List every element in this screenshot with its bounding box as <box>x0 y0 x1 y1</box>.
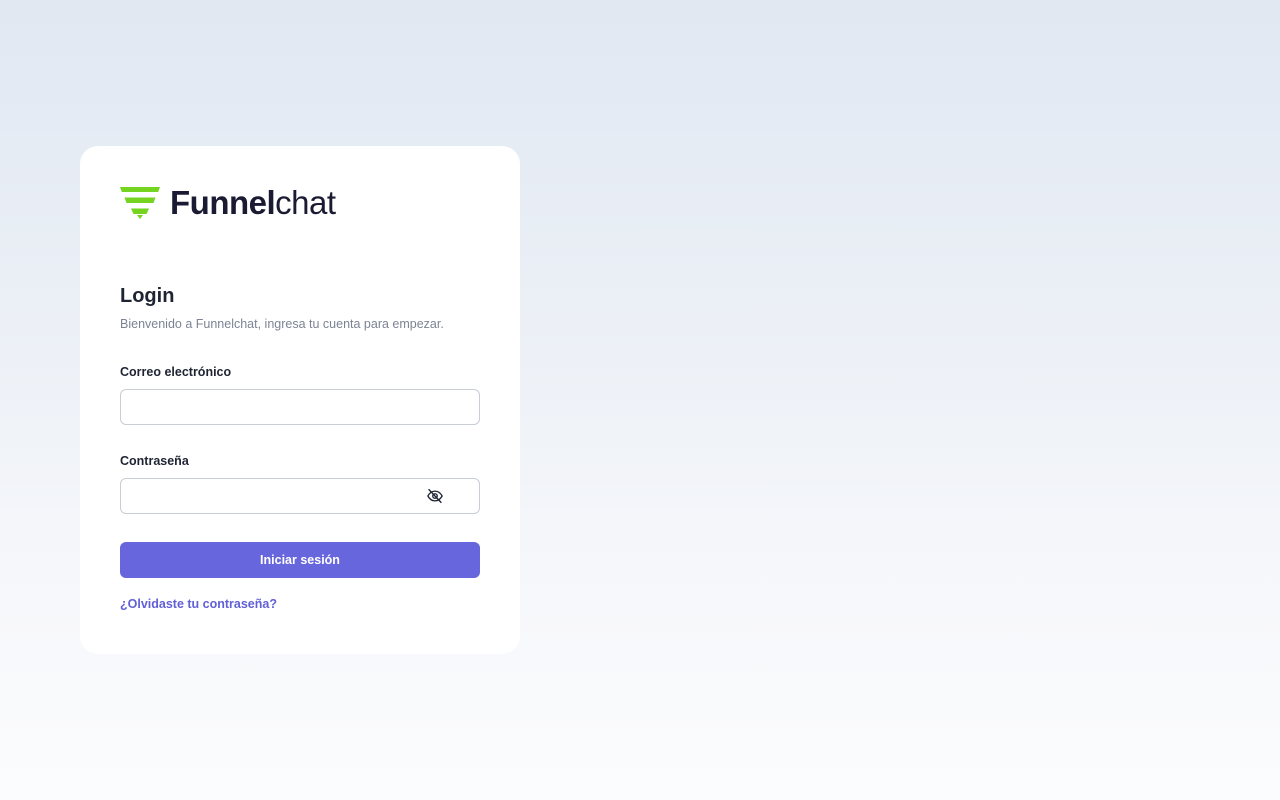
email-field[interactable] <box>120 389 480 425</box>
funnelchat-logo: Funnelchat <box>120 186 480 220</box>
page-title: Login <box>120 285 175 307</box>
forgot-password-link[interactable]: ¿Olvidaste tu contraseña? <box>120 596 277 612</box>
toggle-password-visibility-button[interactable] <box>424 486 446 506</box>
password-label: Contraseña <box>120 454 189 468</box>
page-subtitle: Bienvenido a Funnelchat, ingresa tu cuen… <box>120 317 444 331</box>
eye-off-icon <box>427 488 443 504</box>
login-submit-button[interactable]: Iniciar sesión <box>120 542 480 578</box>
logo-text-bold: Funnel <box>170 184 276 221</box>
logo-wordmark: Funnelchat <box>170 186 336 220</box>
email-field-wrapper <box>120 389 480 425</box>
funnel-logo-icon <box>120 187 160 219</box>
password-field-wrapper <box>120 478 480 514</box>
logo-text-light: chat <box>275 184 336 221</box>
login-card: Funnelchat Login Bienvenido a Funnelchat… <box>80 146 520 654</box>
email-label: Correo electrónico <box>120 365 232 379</box>
